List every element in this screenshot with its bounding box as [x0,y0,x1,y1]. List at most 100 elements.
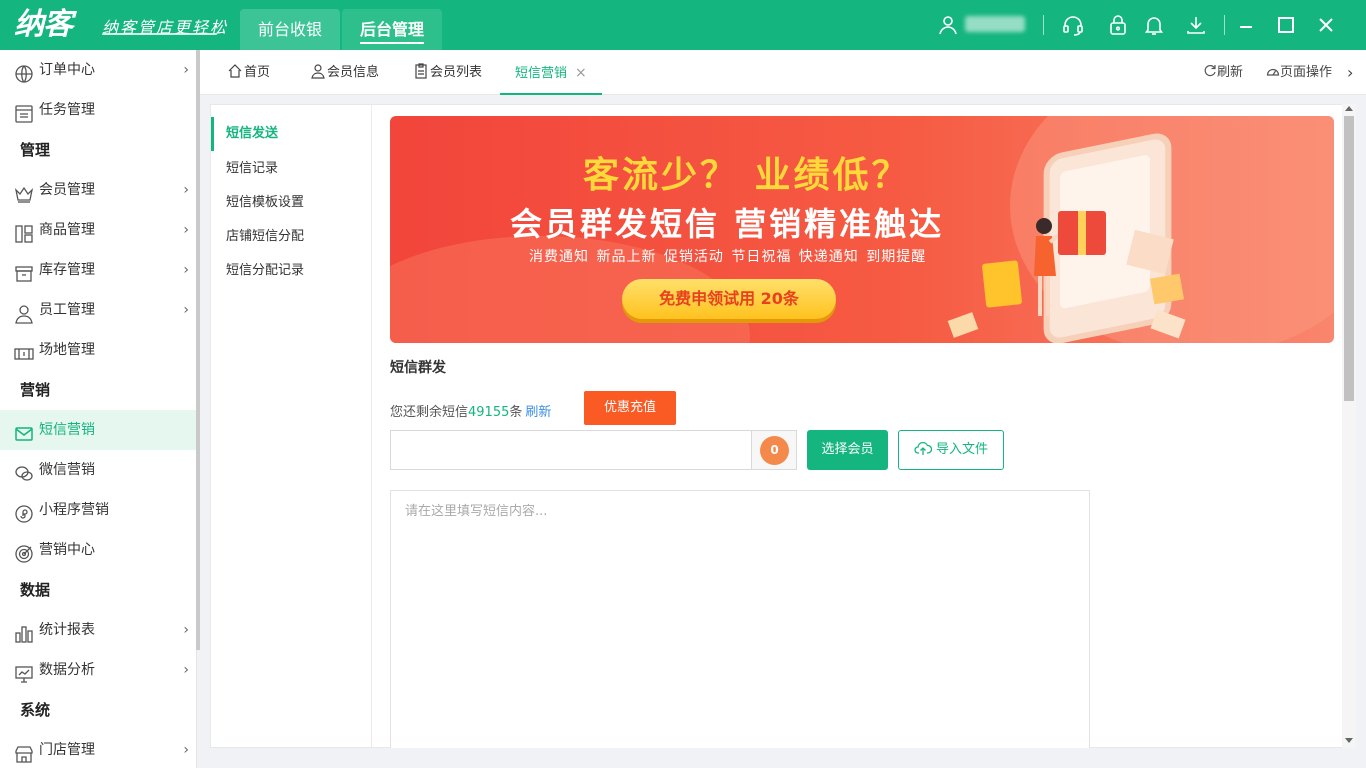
sidebar-item-wechat-marketing[interactable]: 微信营销 [0,450,196,490]
home-icon [227,53,243,78]
sms-submenu: 短信发送 短信记录 短信模板设置 店铺短信分配 短信分配记录 [211,105,372,747]
title-bar: 纳客 纳客管店更轻松 前台收银 后台管理 [0,0,1366,50]
woman-illustration [1034,218,1058,316]
more-tabs-arrow[interactable]: › [1347,50,1353,95]
import-file-button[interactable]: 导入文件 [898,430,1004,470]
sms-remaining-count: 49155 [468,405,510,420]
monitor-chart-icon [14,660,34,683]
globe-icon [14,60,34,83]
mini-program-icon [14,500,34,523]
tab-sms-marketing[interactable]: 短信营销 × [500,50,602,95]
submenu-sms-records[interactable]: 短信记录 [211,152,371,186]
sidebar-item-venue[interactable]: 场地管理 [0,330,196,370]
lock-icon[interactable] [1106,13,1130,37]
free-trial-button[interactable]: 免费申领试用 20条 [622,279,836,319]
scroll-down-arrow[interactable] [1345,738,1353,743]
sidebar-scrollbar[interactable] [196,50,200,650]
envelope-illustration [947,312,979,338]
gauge-icon [1266,68,1280,76]
member-count-badge: 0 [760,436,789,465]
tab-member-info[interactable]: 会员信息 [310,50,379,95]
download-icon[interactable] [1184,13,1208,37]
tab-member-list[interactable]: 会员列表 [413,50,482,95]
cloud-upload-icon [914,441,933,455]
sidebar-nav: 订单中心 › 任务管理 管理 会员管理 › 商品管理 › 库存管理 › 员工管理… [0,50,197,768]
tab-close-icon[interactable]: × [575,65,587,81]
user-icon [310,53,326,79]
refresh-button[interactable]: 刷新 [1203,50,1243,95]
banner-headline: 客流少？ 业绩低？ [583,155,911,196]
sidebar-item-stores[interactable]: 门店管理 › [0,730,196,768]
target-icon [14,540,34,563]
chevron-right-icon: › [183,222,189,238]
recharge-button[interactable]: 优惠充值 [584,391,676,425]
maximize-icon[interactable] [1274,13,1298,37]
bell-icon[interactable] [1142,13,1166,37]
sidebar-item-label: 员工管理 [39,302,95,318]
scroll-up-arrow[interactable] [1345,106,1353,111]
sidebar-item-label: 短信营销 [39,422,95,438]
sidebar-item-sms-marketing[interactable]: 短信营销 [0,410,196,450]
tab-backend-management[interactable]: 后台管理 [342,9,442,50]
banner-tags: 消费通知 新品上新 促销活动 节日祝福 快递通知 到期提醒 [529,249,927,265]
grid-icon [14,220,34,243]
submenu-sms-send[interactable]: 短信发送 [211,117,371,151]
sms-remaining: 您还剩余短信49155条 刷新 [390,405,552,420]
sidebar-item-mini-program[interactable]: 小程序营销 [0,490,196,530]
close-icon[interactable] [1314,13,1338,37]
scroll-thumb[interactable] [1344,116,1354,401]
logo-underline [102,33,217,35]
content-scrollbar[interactable] [1342,104,1356,748]
sidebar-item-label: 场地管理 [39,342,95,358]
selected-members-input[interactable] [390,430,797,470]
refresh-balance-link[interactable]: 刷新 [525,405,551,420]
sidebar-item-label: 微信营销 [39,462,95,478]
tab-front-cashier[interactable]: 前台收银 [240,9,340,50]
sidebar-item-label: 门店管理 [39,742,95,758]
member-count-box: 0 [751,430,797,470]
sidebar-item-data-analysis[interactable]: 数据分析 › [0,650,196,690]
submenu-sms-template[interactable]: 短信模板设置 [211,186,371,220]
sidebar-item-staff[interactable]: 员工管理 › [0,290,196,330]
gift-illustration [1058,211,1106,255]
headset-icon[interactable] [1061,13,1085,37]
submenu-store-sms-allocation[interactable]: 店铺短信分配 [211,220,371,254]
nav-group-data: 数据 [20,581,51,599]
sidebar-item-products[interactable]: 商品管理 › [0,210,196,250]
sidebar-item-tasks[interactable]: 任务管理 [0,90,196,130]
user-avatar-icon[interactable] [936,13,960,37]
user-name-blurred[interactable] [965,16,1025,32]
sidebar-item-label: 数据分析 [39,662,95,678]
page-ops-button[interactable]: 页面操作 [1266,50,1332,95]
sidebar-item-marketing-center[interactable]: 营销中心 [0,530,196,570]
bar-chart-icon [14,620,34,643]
divider [1224,15,1225,35]
minimize-icon[interactable] [1234,13,1258,37]
sidebar-item-reports[interactable]: 统计报表 › [0,610,196,650]
user-icon [14,300,34,324]
clipboard-icon [413,53,429,79]
sidebar-item-label: 订单中心 [39,62,95,78]
sidebar-item-label: 库存管理 [39,262,95,278]
wechat-icon [14,460,34,481]
sidebar-item-label: 任务管理 [39,102,95,118]
sms-content-textarea[interactable] [390,490,1090,748]
venue-icon [14,340,34,360]
mail-icon [14,420,34,441]
sidebar-item-label: 小程序营销 [39,502,109,518]
nav-group-marketing: 营销 [20,381,51,399]
sidebar-item-orders[interactable]: 订单中心 › [0,50,196,90]
submenu-sms-allocation-records[interactable]: 短信分配记录 [211,254,371,288]
chevron-right-icon: › [183,662,189,678]
sidebar-item-members[interactable]: 会员管理 › [0,170,196,210]
tab-home[interactable]: 首页 [227,50,270,95]
nav-group-manage: 管理 [20,141,51,159]
page-tab-bar: 首页 会员信息 会员列表 短信营销 × 刷新 页面操作 › [200,50,1366,95]
select-member-button[interactable]: 选择会员 [807,430,888,470]
sidebar-item-label: 会员管理 [39,182,95,198]
promo-banner[interactable]: 客流少？ 业绩低？ 会员群发短信 营销精准触达 消费通知 新品上新 促销活动 节… [390,116,1334,343]
sidebar-item-inventory[interactable]: 库存管理 › [0,250,196,290]
nav-group-system: 系统 [20,701,51,719]
task-list-icon [14,100,34,123]
chevron-right-icon: › [183,262,189,278]
